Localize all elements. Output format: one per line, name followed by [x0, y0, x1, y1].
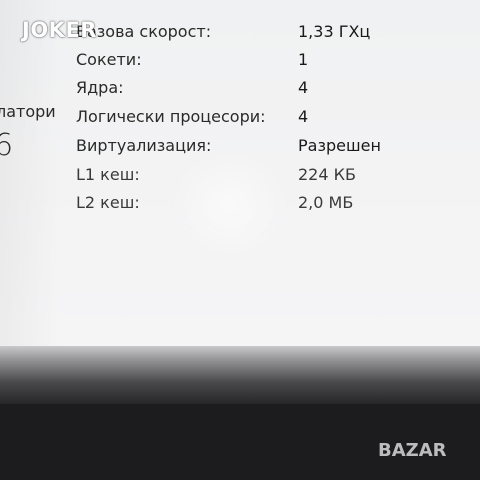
spec-value: 1: [298, 50, 309, 69]
spec-row-virtualization: Виртуализация: Разрешен: [76, 135, 480, 157]
spec-label: Виртуализация:: [76, 136, 212, 155]
spec-value: 2,0 МБ: [298, 193, 354, 212]
clipped-number: 6: [0, 128, 14, 163]
spec-label: L2 кеш:: [76, 193, 140, 212]
spec-label: Ядра:: [76, 78, 124, 97]
spec-value: 4: [298, 78, 309, 97]
bazar-watermark-logo: BAZAR: [378, 440, 447, 461]
spec-row-base-speed: Базова скорост: 1,33 ГХц: [76, 21, 480, 43]
spec-value: 4: [298, 107, 309, 126]
spec-row-sockets: Сокети: 1: [76, 49, 480, 71]
spec-label: Логически процесори:: [76, 107, 266, 126]
spec-label: L1 кеш:: [76, 165, 140, 184]
spec-value: Разрешен: [298, 136, 381, 155]
spec-row-l2-cache: L2 кеш: 2,0 МБ: [76, 192, 480, 214]
spec-label: Сокети:: [76, 50, 142, 69]
spec-row-logical-processors: Логически процесори: 4: [76, 106, 480, 128]
photo-frame: латори 6 Базова скорост: 1,33 ГХц Сокети…: [0, 0, 480, 480]
spec-value: 1,33 ГХц: [298, 22, 371, 41]
spec-row-cores: Ядра: 4: [76, 77, 480, 99]
screen-bottom-edge: [0, 346, 480, 406]
task-manager-cpu-panel: латори 6 Базова скорост: 1,33 ГХц Сокети…: [0, 0, 480, 348]
spec-row-l1-cache: L1 кеш: 224 КБ: [76, 164, 480, 186]
clipped-label: латори: [0, 102, 56, 121]
screen-shadow: [0, 0, 60, 348]
joker-watermark: JOKER: [22, 18, 97, 42]
spec-value: 224 КБ: [298, 165, 356, 184]
